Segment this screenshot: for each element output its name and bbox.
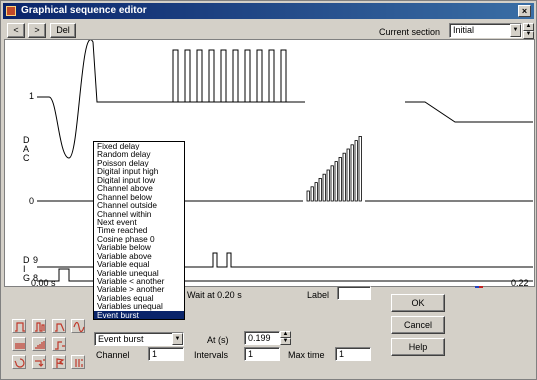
at-input[interactable]: 0.199 <box>244 331 280 345</box>
label-input[interactable] <box>337 286 371 300</box>
dropdown-option[interactable]: Next event <box>94 218 184 226</box>
at-down-arrow-icon[interactable]: ▼ <box>280 338 291 345</box>
current-section-value: Initial <box>453 25 475 35</box>
dac-rising-burst <box>306 136 362 202</box>
dropdown-option[interactable]: Variable above <box>94 252 184 260</box>
burst-pulse <box>322 173 326 202</box>
cancel-button[interactable]: Cancel <box>391 316 445 334</box>
position-marker-blue[interactable] <box>475 286 479 288</box>
waveform-canvas[interactable] <box>5 40 536 288</box>
at-up-arrow-icon[interactable]: ▲ <box>280 331 291 338</box>
dac-letter-c: C <box>23 153 30 163</box>
event-type-select[interactable]: Event burst ▼ <box>94 332 184 346</box>
burst-pulse <box>338 157 342 202</box>
close-button[interactable]: × <box>518 5 531 17</box>
burst-pulse <box>358 136 362 202</box>
flag-icon[interactable] <box>52 355 66 369</box>
dig-letter-g: G <box>23 273 31 283</box>
section-down-arrow-icon[interactable]: ▼ <box>523 31 534 39</box>
burst-pulse <box>326 169 330 202</box>
burst-pulse <box>350 144 354 202</box>
dropdown-option[interactable]: Time reached <box>94 226 184 234</box>
sequence-editor-window: Graphical sequence editor × < > Del Curr… <box>0 0 537 380</box>
dropdown-option[interactable]: Variable equal <box>94 260 184 268</box>
event-type-dropdown-list[interactable]: Fixed delay Random delay Poisson delay Digi… <box>93 141 185 321</box>
ramp-pulse-icon[interactable] <box>52 319 66 333</box>
sequence-plot[interactable]: 1 D A C 0 D I G 9 8 <box>4 39 536 288</box>
dropdown-option[interactable]: Channel above <box>94 184 184 192</box>
pulse-icon[interactable] <box>12 319 26 333</box>
next-button[interactable]: > <box>28 23 46 38</box>
jump-icon[interactable] <box>32 355 46 369</box>
dac-value-0-label: 0 <box>29 196 35 206</box>
dropdown-option[interactable]: Channel outside <box>94 201 184 209</box>
dac-value-1-label: 1 <box>29 91 35 101</box>
chevron-down-icon[interactable]: ▼ <box>172 333 183 345</box>
burst-pulse <box>314 182 318 202</box>
burst-pulse <box>342 152 346 202</box>
app-icon <box>6 6 16 16</box>
max-time-caption: Max time <box>288 350 325 360</box>
step-icon[interactable] <box>52 337 66 351</box>
burst-icon[interactable] <box>12 337 26 351</box>
ok-button[interactable]: OK <box>391 294 445 312</box>
dig-channel-9-label: 9 <box>33 255 39 265</box>
window-title: Graphical sequence editor <box>21 5 147 16</box>
dropdown-option[interactable]: Variable unequal <box>94 269 184 277</box>
previous-button[interactable]: < <box>7 23 25 38</box>
dropdown-option[interactable]: Digital input high <box>94 167 184 175</box>
help-button[interactable]: Help <box>391 338 445 356</box>
dropdown-option[interactable]: Poisson delay <box>94 159 184 167</box>
channel-caption: Channel <box>96 350 130 360</box>
dropdown-option[interactable]: Fixed delay <box>94 142 184 150</box>
loop-icon[interactable] <box>12 355 26 369</box>
dropdown-option[interactable]: Variable > another <box>94 285 184 293</box>
dropdown-option[interactable]: Variable below <box>94 243 184 251</box>
burst-pulse <box>310 186 314 202</box>
event-type-select-value: Event burst <box>98 334 144 344</box>
section-up-arrow-icon[interactable]: ▲ <box>523 23 534 31</box>
time-start-label: 0.00 s <box>31 278 56 288</box>
dropdown-option[interactable]: Variables equal <box>94 294 184 302</box>
dropdown-option[interactable]: Random delay <box>94 150 184 158</box>
channel-input[interactable]: 1 <box>148 347 184 361</box>
burst-pulse <box>334 161 338 202</box>
dropdown-option[interactable]: Variables unequal <box>94 302 184 310</box>
rising-bars-icon[interactable] <box>32 337 46 351</box>
dropdown-option[interactable]: Channel below <box>94 193 184 201</box>
sequence-icon[interactable] <box>71 355 85 369</box>
burst-pulse <box>354 140 358 202</box>
burst-pulse <box>346 148 350 202</box>
dropdown-option[interactable]: Cosine phase 0 <box>94 235 184 243</box>
title-bar[interactable]: Graphical sequence editor × <box>3 3 534 19</box>
delete-button[interactable]: Del <box>50 23 76 38</box>
wait-status-text: Wait at 0.20 s <box>187 290 242 300</box>
burst-pulse <box>318 177 322 202</box>
current-section-label: Current section <box>379 27 441 37</box>
position-marker-red[interactable] <box>479 286 483 288</box>
current-section-select[interactable]: Initial ▼ <box>449 23 522 38</box>
label-caption: Label <box>307 290 330 300</box>
dropdown-option[interactable]: Event burst <box>94 310 184 320</box>
dropdown-option[interactable]: Channel within <box>94 210 184 218</box>
burst-pulse <box>330 165 334 202</box>
dac-ramp-waveform <box>405 101 533 123</box>
at-caption: At (s) <box>207 335 229 345</box>
sine-icon[interactable] <box>71 319 85 333</box>
pulse-train-icon[interactable] <box>32 319 46 333</box>
dropdown-option[interactable]: Variable < another <box>94 277 184 285</box>
intervals-caption: Intervals <box>194 350 229 360</box>
intervals-input[interactable]: 1 <box>244 347 280 361</box>
burst-pulse <box>306 190 310 202</box>
chevron-down-icon[interactable]: ▼ <box>510 24 521 37</box>
dac-pulse-train <box>165 49 305 103</box>
dropdown-option[interactable]: Digital input low <box>94 176 184 184</box>
max-time-input[interactable]: 1 <box>335 347 371 361</box>
time-end-label: 0.22 <box>511 278 529 288</box>
